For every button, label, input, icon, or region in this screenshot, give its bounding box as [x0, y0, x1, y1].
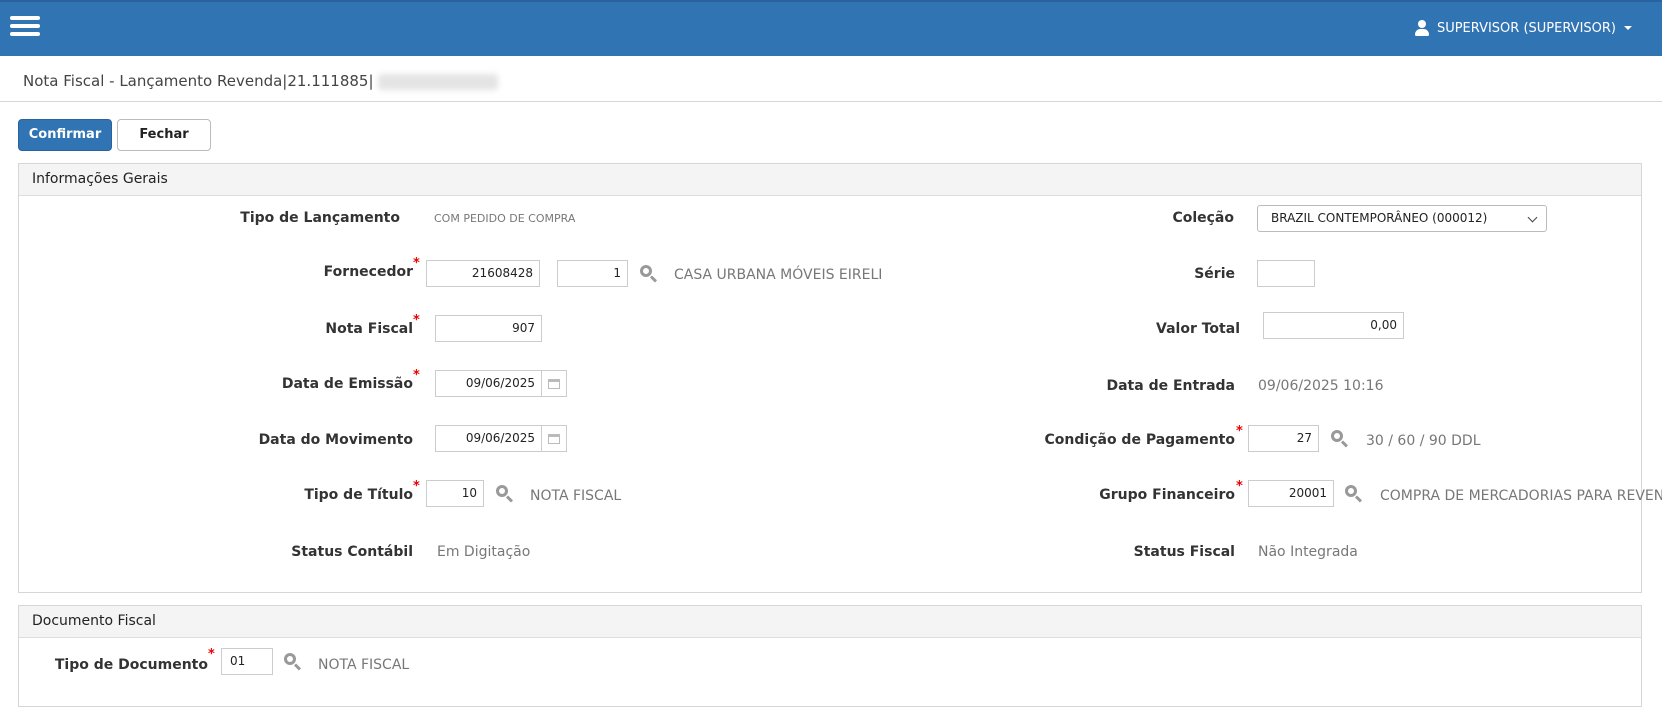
- grupo-financeiro-label: Grupo Financeiro: [1099, 487, 1235, 503]
- page-title: Nota Fiscal - Lançamento Revenda|21.1118…: [23, 72, 498, 90]
- hamburger-menu-icon[interactable]: [10, 16, 40, 38]
- required-marker: *: [1236, 479, 1243, 494]
- tipo-documento-search-icon[interactable]: [284, 653, 302, 671]
- data-entrada-label: Data de Entrada: [1106, 378, 1235, 394]
- top-navbar: SUPERVISOR (SUPERVISOR): [0, 0, 1662, 56]
- data-entrada-value: 09/06/2025 10:16: [1258, 378, 1384, 394]
- grupo-financeiro-desc: COMPRA DE MERCADORIAS PARA REVENDA: [1380, 488, 1662, 504]
- tipo-documento-desc: NOTA FISCAL: [318, 657, 410, 673]
- fornecedor-seq-input[interactable]: 1: [557, 260, 628, 287]
- tipo-lancamento-value: COM PEDIDO DE COMPRA: [434, 212, 576, 225]
- fornecedor-name: CASA URBANA MÓVEIS EIRELI: [674, 267, 883, 283]
- required-marker: *: [413, 313, 420, 328]
- tipo-titulo-label: Tipo de Título: [304, 487, 413, 503]
- status-fiscal-label: Status Fiscal: [1133, 544, 1235, 560]
- status-contabil-value: Em Digitação: [437, 544, 531, 560]
- fornecedor-label: Fornecedor: [323, 264, 413, 280]
- data-emissao-input[interactable]: 09/06/2025: [435, 370, 542, 397]
- tipo-documento-input[interactable]: 01: [221, 648, 273, 675]
- tipo-documento-label: Tipo de Documento: [54, 657, 208, 673]
- status-fiscal-value: Não Integrada: [1258, 544, 1358, 560]
- fornecedor-search-icon[interactable]: [640, 265, 658, 283]
- colecao-value: BRAZIL CONTEMPORÂNEO (000012): [1271, 211, 1488, 225]
- title-divider: [0, 101, 1662, 102]
- condicao-pagamento-desc: 30 / 60 / 90 DDL: [1366, 433, 1481, 449]
- nota-fiscal-label: Nota Fiscal: [325, 321, 413, 337]
- page-title-text: Nota Fiscal - Lançamento Revenda|21.1118…: [23, 72, 374, 90]
- caret-down-icon: [1624, 26, 1632, 30]
- condicao-pagamento-search-icon[interactable]: [1331, 430, 1349, 448]
- required-marker: *: [208, 647, 215, 662]
- user-label: SUPERVISOR (SUPERVISOR): [1436, 20, 1616, 36]
- user-menu[interactable]: SUPERVISOR (SUPERVISOR): [1414, 20, 1632, 36]
- required-marker: *: [413, 479, 420, 494]
- tipo-titulo-input[interactable]: 10: [426, 480, 484, 507]
- redacted-block: [377, 73, 498, 90]
- nota-fiscal-input[interactable]: 907: [435, 315, 542, 342]
- data-emissao-label: Data de Emissão: [281, 376, 413, 392]
- calendar-icon[interactable]: [542, 425, 567, 452]
- status-contabil-label: Status Contábil: [291, 544, 413, 560]
- data-movimento-label: Data do Movimento: [258, 432, 413, 448]
- tipo-titulo-search-icon[interactable]: [496, 485, 514, 503]
- grupo-financeiro-input[interactable]: 20001: [1248, 480, 1334, 507]
- tipo-lancamento-label: Tipo de Lançamento: [240, 210, 400, 226]
- condicao-pagamento-label: Condição de Pagamento: [1044, 432, 1235, 448]
- close-button[interactable]: Fechar: [117, 119, 211, 151]
- general-info-title: Informações Gerais: [19, 164, 1641, 196]
- confirm-button[interactable]: Confirmar: [18, 119, 112, 151]
- user-icon: [1414, 20, 1429, 36]
- valor-total-input[interactable]: 0,00: [1263, 312, 1404, 339]
- required-marker: *: [1236, 424, 1243, 439]
- fornecedor-code-input[interactable]: 21608428: [426, 260, 540, 287]
- data-movimento-input[interactable]: 09/06/2025: [435, 425, 542, 452]
- required-marker: *: [413, 368, 420, 383]
- valor-total-label: Valor Total: [1156, 321, 1240, 337]
- colecao-label: Coleção: [1172, 210, 1234, 226]
- serie-input[interactable]: [1257, 260, 1315, 287]
- tipo-titulo-desc: NOTA FISCAL: [530, 488, 622, 504]
- documento-fiscal-title: Documento Fiscal: [19, 606, 1641, 638]
- condicao-pagamento-input[interactable]: 27: [1248, 425, 1319, 452]
- serie-label: Série: [1194, 266, 1235, 282]
- required-marker: *: [413, 256, 420, 271]
- chevron-down-icon: [1527, 212, 1538, 223]
- colecao-select[interactable]: BRAZIL CONTEMPORÂNEO (000012): [1257, 205, 1547, 232]
- calendar-icon[interactable]: [542, 370, 567, 397]
- grupo-financeiro-search-icon[interactable]: [1345, 485, 1363, 503]
